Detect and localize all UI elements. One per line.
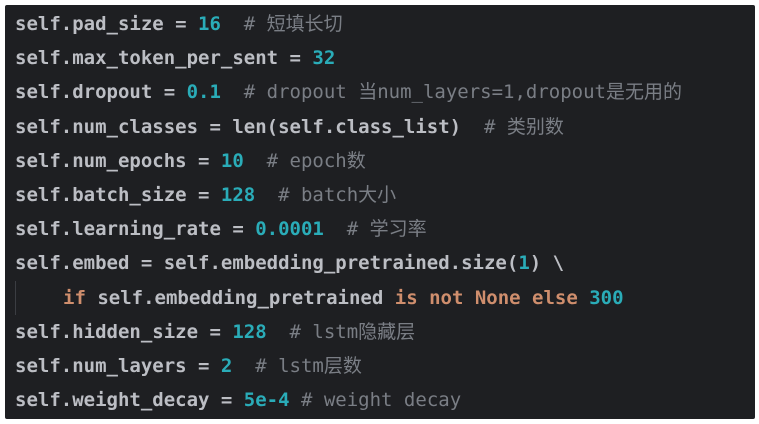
code-line-dropout: self.dropout = 0.1 # dropout 当num_layers…	[5, 75, 755, 109]
comment: # lstm隐藏层	[266, 320, 416, 343]
code-line-embed: self.embed = self.embedding_pretrained.s…	[5, 246, 755, 280]
code-line-embed-continuation: if self.embedding_pretrained is not None…	[5, 280, 755, 315]
code-line-num-classes: self.num_classes = len(self.class_list) …	[5, 110, 755, 144]
code-text: self.hidden_size =	[15, 320, 233, 343]
comment: # 短填长切	[220, 13, 343, 35]
code-text: self.embed = self.embedding_pretrained.s…	[15, 252, 519, 275]
number-literal: 5e-4	[243, 389, 290, 412]
code-text: self.dropout =	[15, 81, 187, 104]
number-literal: 2	[220, 354, 233, 377]
code-line-batch-size: self.batch_size = 128 # batch大小	[5, 178, 755, 212]
number-literal: 10	[220, 149, 244, 172]
number-literal: 32	[312, 47, 336, 70]
code-line-learning-rate: self.learning_rate = 0.0001 # 学习率	[5, 212, 755, 246]
code-editor[interactable]: self.pad_size = 16 # 短填长切 self.max_token…	[5, 5, 755, 419]
number-literal: 128	[232, 320, 267, 343]
code-line-hidden-size: self.hidden_size = 128 # lstm隐藏层	[5, 315, 755, 349]
code-line-num-epochs: self.num_epochs = 10 # epoch数	[5, 144, 755, 178]
code-line-pad-size: self.pad_size = 16 # 短填长切	[5, 7, 755, 41]
indent-guide	[15, 280, 16, 315]
number-literal: 0.1	[186, 81, 221, 104]
comment: # batch大小	[255, 183, 397, 206]
comment: # epoch数	[243, 149, 366, 172]
number-literal: 16	[198, 13, 221, 35]
number-literal: 1	[518, 252, 530, 275]
code-text: self.num_classes = len(self.class_list)	[15, 115, 462, 138]
code-text: self.num_layers =	[15, 354, 221, 377]
code-text: self.learning_rate =	[15, 218, 256, 241]
code-line-max-token: self.max_token_per_sent = 32	[5, 41, 755, 75]
code-text-after: ) \	[529, 252, 565, 275]
keyword-is-not-none-else: is not None else	[394, 286, 578, 309]
code-text: self.batch_size =	[15, 183, 221, 206]
number-literal: 128	[220, 183, 256, 206]
comment: # 类别数	[461, 115, 564, 138]
code-line-weight-decay: self.weight_decay = 5e-4 # weight decay	[5, 383, 755, 417]
code-text: self.num_epochs =	[15, 149, 221, 172]
code-line-num-layers: self.num_layers = 2 # lstm层数	[5, 349, 755, 383]
comment: # dropout 当num_layers=1,dropout是无用的	[220, 81, 682, 104]
comment: # lstm层数	[232, 354, 362, 377]
keyword-if: if	[63, 286, 86, 309]
code-text: self.pad_size =	[15, 13, 199, 35]
comment: # 学习率	[323, 218, 427, 241]
code-text: self.weight_decay =	[15, 389, 244, 412]
code-text: self.embedding_pretrained	[85, 286, 395, 309]
code-text: self.max_token_per_sent =	[15, 47, 313, 70]
comment: # weight decay	[289, 389, 462, 412]
number-literal: 0.0001	[255, 218, 324, 241]
number-literal: 300	[577, 286, 624, 309]
